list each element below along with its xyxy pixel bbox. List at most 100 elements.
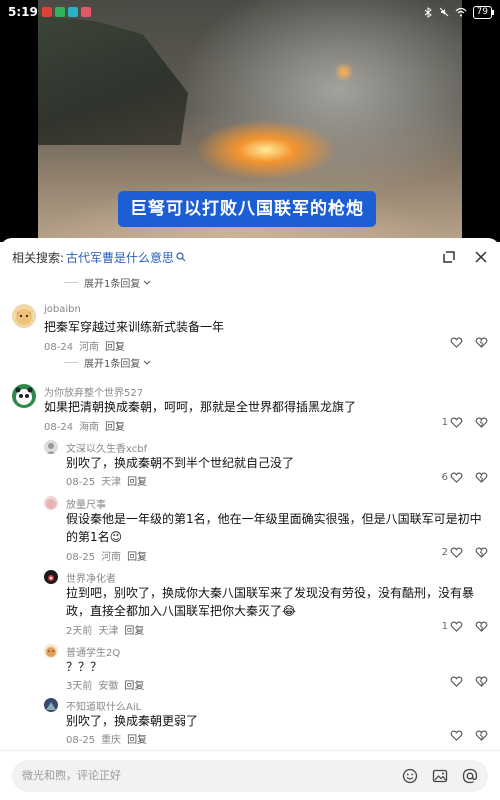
emoji-icon[interactable] <box>402 768 418 784</box>
reply-button[interactable]: 回复 <box>124 681 144 692</box>
broken-heart-icon[interactable] <box>475 620 488 633</box>
broken-heart-icon[interactable] <box>475 471 488 484</box>
reply-button[interactable]: 回复 <box>105 342 125 353</box>
like-button[interactable] <box>448 729 463 742</box>
reply-item: 不知道取什么AiL 别吹了，换成秦朝更弱了 08-25 重庆 回复 <box>0 694 500 746</box>
expand-replies-button[interactable]: 展开1条回复 <box>64 275 151 290</box>
like-button[interactable]: 2 <box>442 546 463 559</box>
reply-item: 普通学生2Q ？？？ 3天前 安徽 回复 <box>0 640 500 692</box>
comment-meta: 08-25 天津 回复 <box>66 473 147 488</box>
like-button[interactable]: 6 <box>442 471 463 484</box>
heart-icon <box>450 730 463 741</box>
comment-panel: 相关搜索: 古代军曹是什么意思 展开1条回复 jobaibn 把秦军穿越过来训练… <box>0 238 500 800</box>
avatar[interactable] <box>12 384 36 408</box>
comment-author[interactable]: 普通学生2Q <box>66 644 120 659</box>
reply-button[interactable]: 回复 <box>105 422 125 433</box>
avatar[interactable] <box>12 304 36 328</box>
app-icon-green <box>54 7 65 17</box>
like-button[interactable]: 1 <box>442 416 463 429</box>
comment-author[interactable]: 世界净化者 <box>66 570 116 585</box>
like-count: 1 <box>441 621 448 632</box>
like-button[interactable] <box>448 675 463 688</box>
status-bar: 5:19 79 <box>0 0 500 24</box>
reply-item: 世界净化者 拉到吧，别吹了，换成你大秦八国联军来了发现没有劳役，没有酷刑，没有暴… <box>0 566 500 638</box>
wifi-icon <box>455 7 466 17</box>
comment-meta: 08-25 重庆 回复 <box>66 731 147 746</box>
comment-text: 如果把清朝换成秦朝，呵呵，那就是全世界都得插黑龙旗了 <box>44 400 357 414</box>
comment-location: 天津 <box>98 626 119 637</box>
comment-location: 河南 <box>101 552 122 563</box>
mute-icon <box>439 7 448 17</box>
user-avatar-icon <box>46 647 56 657</box>
comment-author[interactable]: 放量尺事 <box>66 496 106 511</box>
comment-date: 2天前 <box>66 626 93 637</box>
comment-author[interactable]: 为你放弃整个世界527 <box>44 384 143 399</box>
search-icon <box>176 252 186 262</box>
avatar[interactable] <box>44 570 58 584</box>
comment-item: 为你放弃整个世界527 如果把清朝换成秦朝，呵呵，那就是全世界都得插黑龙旗了 0… <box>0 380 500 434</box>
related-search-link[interactable]: 古代军曹是什么意思 <box>66 249 174 266</box>
reply-button[interactable]: 回复 <box>127 552 147 563</box>
like-button[interactable]: 1 <box>442 620 463 633</box>
reply-item: 放量尺事 假设秦他是一年级的第1名，他在一年级里面确实很强，但是八国联军可是初中… <box>0 492 500 564</box>
comment-text: 把秦军穿越过来训练新式装备一年 <box>44 320 225 334</box>
like-controls: 6 <box>442 471 488 484</box>
avatar[interactable] <box>44 496 58 510</box>
heart-icon <box>450 547 463 558</box>
comment-text: 拉到吧，别吹了，换成你大秦八国联军来了发现没有劳役，没有酷刑，没有暴政，直接全都… <box>66 586 475 618</box>
app-icon-teal <box>67 7 78 17</box>
comment-meta: 2天前 天津 回复 <box>66 622 144 637</box>
comment-date: 08-24 <box>44 422 74 433</box>
status-time: 5:19 <box>8 5 38 19</box>
avatar[interactable] <box>44 698 58 712</box>
like-button[interactable] <box>448 336 463 349</box>
broken-heart-icon[interactable] <box>475 729 488 742</box>
comment-input-bar <box>0 750 500 800</box>
like-count: 6 <box>441 472 448 483</box>
broken-heart-icon[interactable] <box>475 416 488 429</box>
broken-heart-icon[interactable] <box>475 546 488 559</box>
mention-icon[interactable] <box>462 768 478 784</box>
like-count: 2 <box>441 547 448 558</box>
like-controls: 1 <box>442 416 488 429</box>
image-icon[interactable] <box>432 768 448 784</box>
comment-date: 08-25 <box>66 477 96 488</box>
comment-author[interactable]: jobaibn <box>44 304 81 315</box>
related-search-label: 相关搜索: <box>12 250 65 265</box>
comment-location: 海南 <box>79 422 100 433</box>
video-player[interactable]: 5:19 79 巨弩可以打败八国联军的枪炮 <box>0 0 500 242</box>
reply-button[interactable]: 回复 <box>127 477 147 488</box>
app-icon-red <box>41 7 52 17</box>
video-scene-ruin <box>38 15 188 145</box>
reply-item: 文深以久生香xcbf 别吹了，换成秦朝不到半个世纪就自己没了 08-25 天津 回复… <box>0 436 500 488</box>
like-controls <box>448 336 488 349</box>
app-icon-pink <box>80 7 91 17</box>
comment-text: 别吹了，换成秦朝更弱了 <box>66 714 199 728</box>
comment-meta: 08-25 河南 回复 <box>66 548 147 563</box>
chevron-down-icon <box>143 280 151 285</box>
close-icon[interactable] <box>474 250 488 264</box>
like-controls: 2 <box>442 546 488 559</box>
broken-heart-icon[interactable] <box>475 675 488 688</box>
comment-location: 重庆 <box>101 735 122 746</box>
broken-heart-icon[interactable] <box>475 336 488 349</box>
battery-indicator: 79 <box>472 5 495 19</box>
user-avatar-icon <box>46 702 56 710</box>
reply-button[interactable]: 回复 <box>127 735 147 746</box>
expand-icon[interactable] <box>442 250 456 264</box>
comment-meta: 3天前 安徽 回复 <box>66 677 144 692</box>
comment-date: 08-25 <box>66 735 96 746</box>
reply-button[interactable]: 回复 <box>124 626 144 637</box>
comment-input[interactable] <box>22 769 394 782</box>
avatar[interactable] <box>44 440 58 454</box>
chevron-down-icon <box>143 360 151 365</box>
user-avatar-icon <box>45 443 57 454</box>
comment-date: 3天前 <box>66 681 93 692</box>
bluetooth-icon <box>424 6 432 18</box>
comment-author[interactable]: 不知道取什么AiL <box>66 698 141 713</box>
comment-date: 08-25 <box>66 552 96 563</box>
expand-replies-button[interactable]: 展开1条回复 <box>64 355 151 370</box>
comment-author[interactable]: 文深以久生香xcbf <box>66 440 147 455</box>
comment-date: 08-24 <box>44 342 74 353</box>
avatar[interactable] <box>44 644 58 658</box>
